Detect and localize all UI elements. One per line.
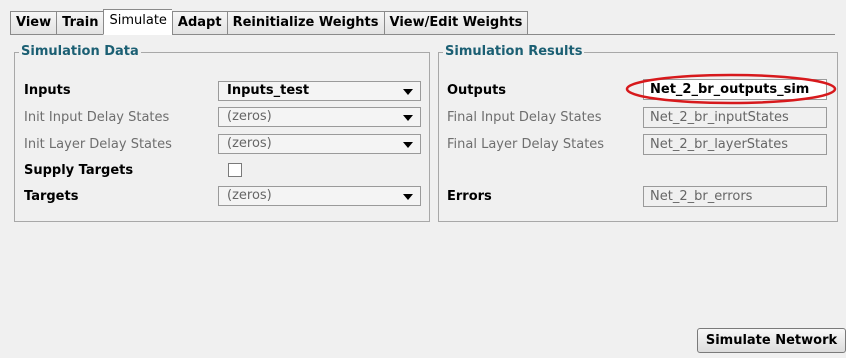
- simulation-results-title: Simulation Results: [443, 44, 585, 59]
- highlight-oval-shape: [625, 73, 837, 105]
- errors-label: Errors: [447, 189, 492, 204]
- highlight-oval: [625, 73, 837, 105]
- tab-view[interactable]: View: [10, 11, 57, 34]
- chevron-down-icon: [403, 142, 413, 148]
- tab-bar: View Train Simulate Adapt Reinitialize W…: [10, 9, 529, 35]
- init-layer-delay-dropdown[interactable]: (zeros): [218, 134, 421, 154]
- supply-targets-label: Supply Targets: [24, 163, 134, 178]
- init-layer-delay-label: Init Layer Delay States: [24, 137, 172, 152]
- final-layer-delay-field[interactable]: Net_2_br_layerStates: [643, 134, 827, 155]
- init-input-delay-label: Init Input Delay States: [24, 110, 170, 125]
- final-layer-delay-label: Final Layer Delay States: [447, 137, 605, 152]
- chevron-down-icon: [403, 115, 413, 121]
- chevron-down-icon: [403, 89, 413, 95]
- chevron-down-icon: [403, 194, 413, 200]
- inputs-dropdown-value: Inputs_test: [227, 83, 310, 98]
- targets-value: (zeros): [227, 188, 272, 203]
- simulate-network-button[interactable]: Simulate Network: [697, 328, 846, 353]
- init-input-delay-dropdown[interactable]: (zeros): [218, 107, 421, 127]
- init-input-delay-value: (zeros): [227, 109, 272, 124]
- final-input-delay-label: Final Input Delay States: [447, 110, 602, 125]
- tab-simulate[interactable]: Simulate: [103, 9, 172, 35]
- targets-dropdown[interactable]: (zeros): [218, 186, 421, 206]
- errors-field[interactable]: Net_2_br_errors: [643, 186, 827, 207]
- outputs-label: Outputs: [447, 83, 507, 98]
- targets-label: Targets: [24, 189, 79, 204]
- init-layer-delay-value: (zeros): [227, 136, 272, 151]
- tab-adapt[interactable]: Adapt: [171, 11, 227, 34]
- supply-targets-checkbox[interactable]: [228, 163, 242, 177]
- tab-train[interactable]: Train: [56, 11, 104, 34]
- inputs-dropdown[interactable]: Inputs_test: [218, 81, 421, 101]
- tab-view-edit-weights[interactable]: View/Edit Weights: [383, 11, 529, 34]
- final-input-delay-field[interactable]: Net_2_br_inputStates: [643, 107, 827, 128]
- inputs-label: Inputs: [24, 83, 71, 98]
- simulation-data-title: Simulation Data: [19, 44, 141, 59]
- tab-reinitialize-weights[interactable]: Reinitialize Weights: [226, 11, 384, 34]
